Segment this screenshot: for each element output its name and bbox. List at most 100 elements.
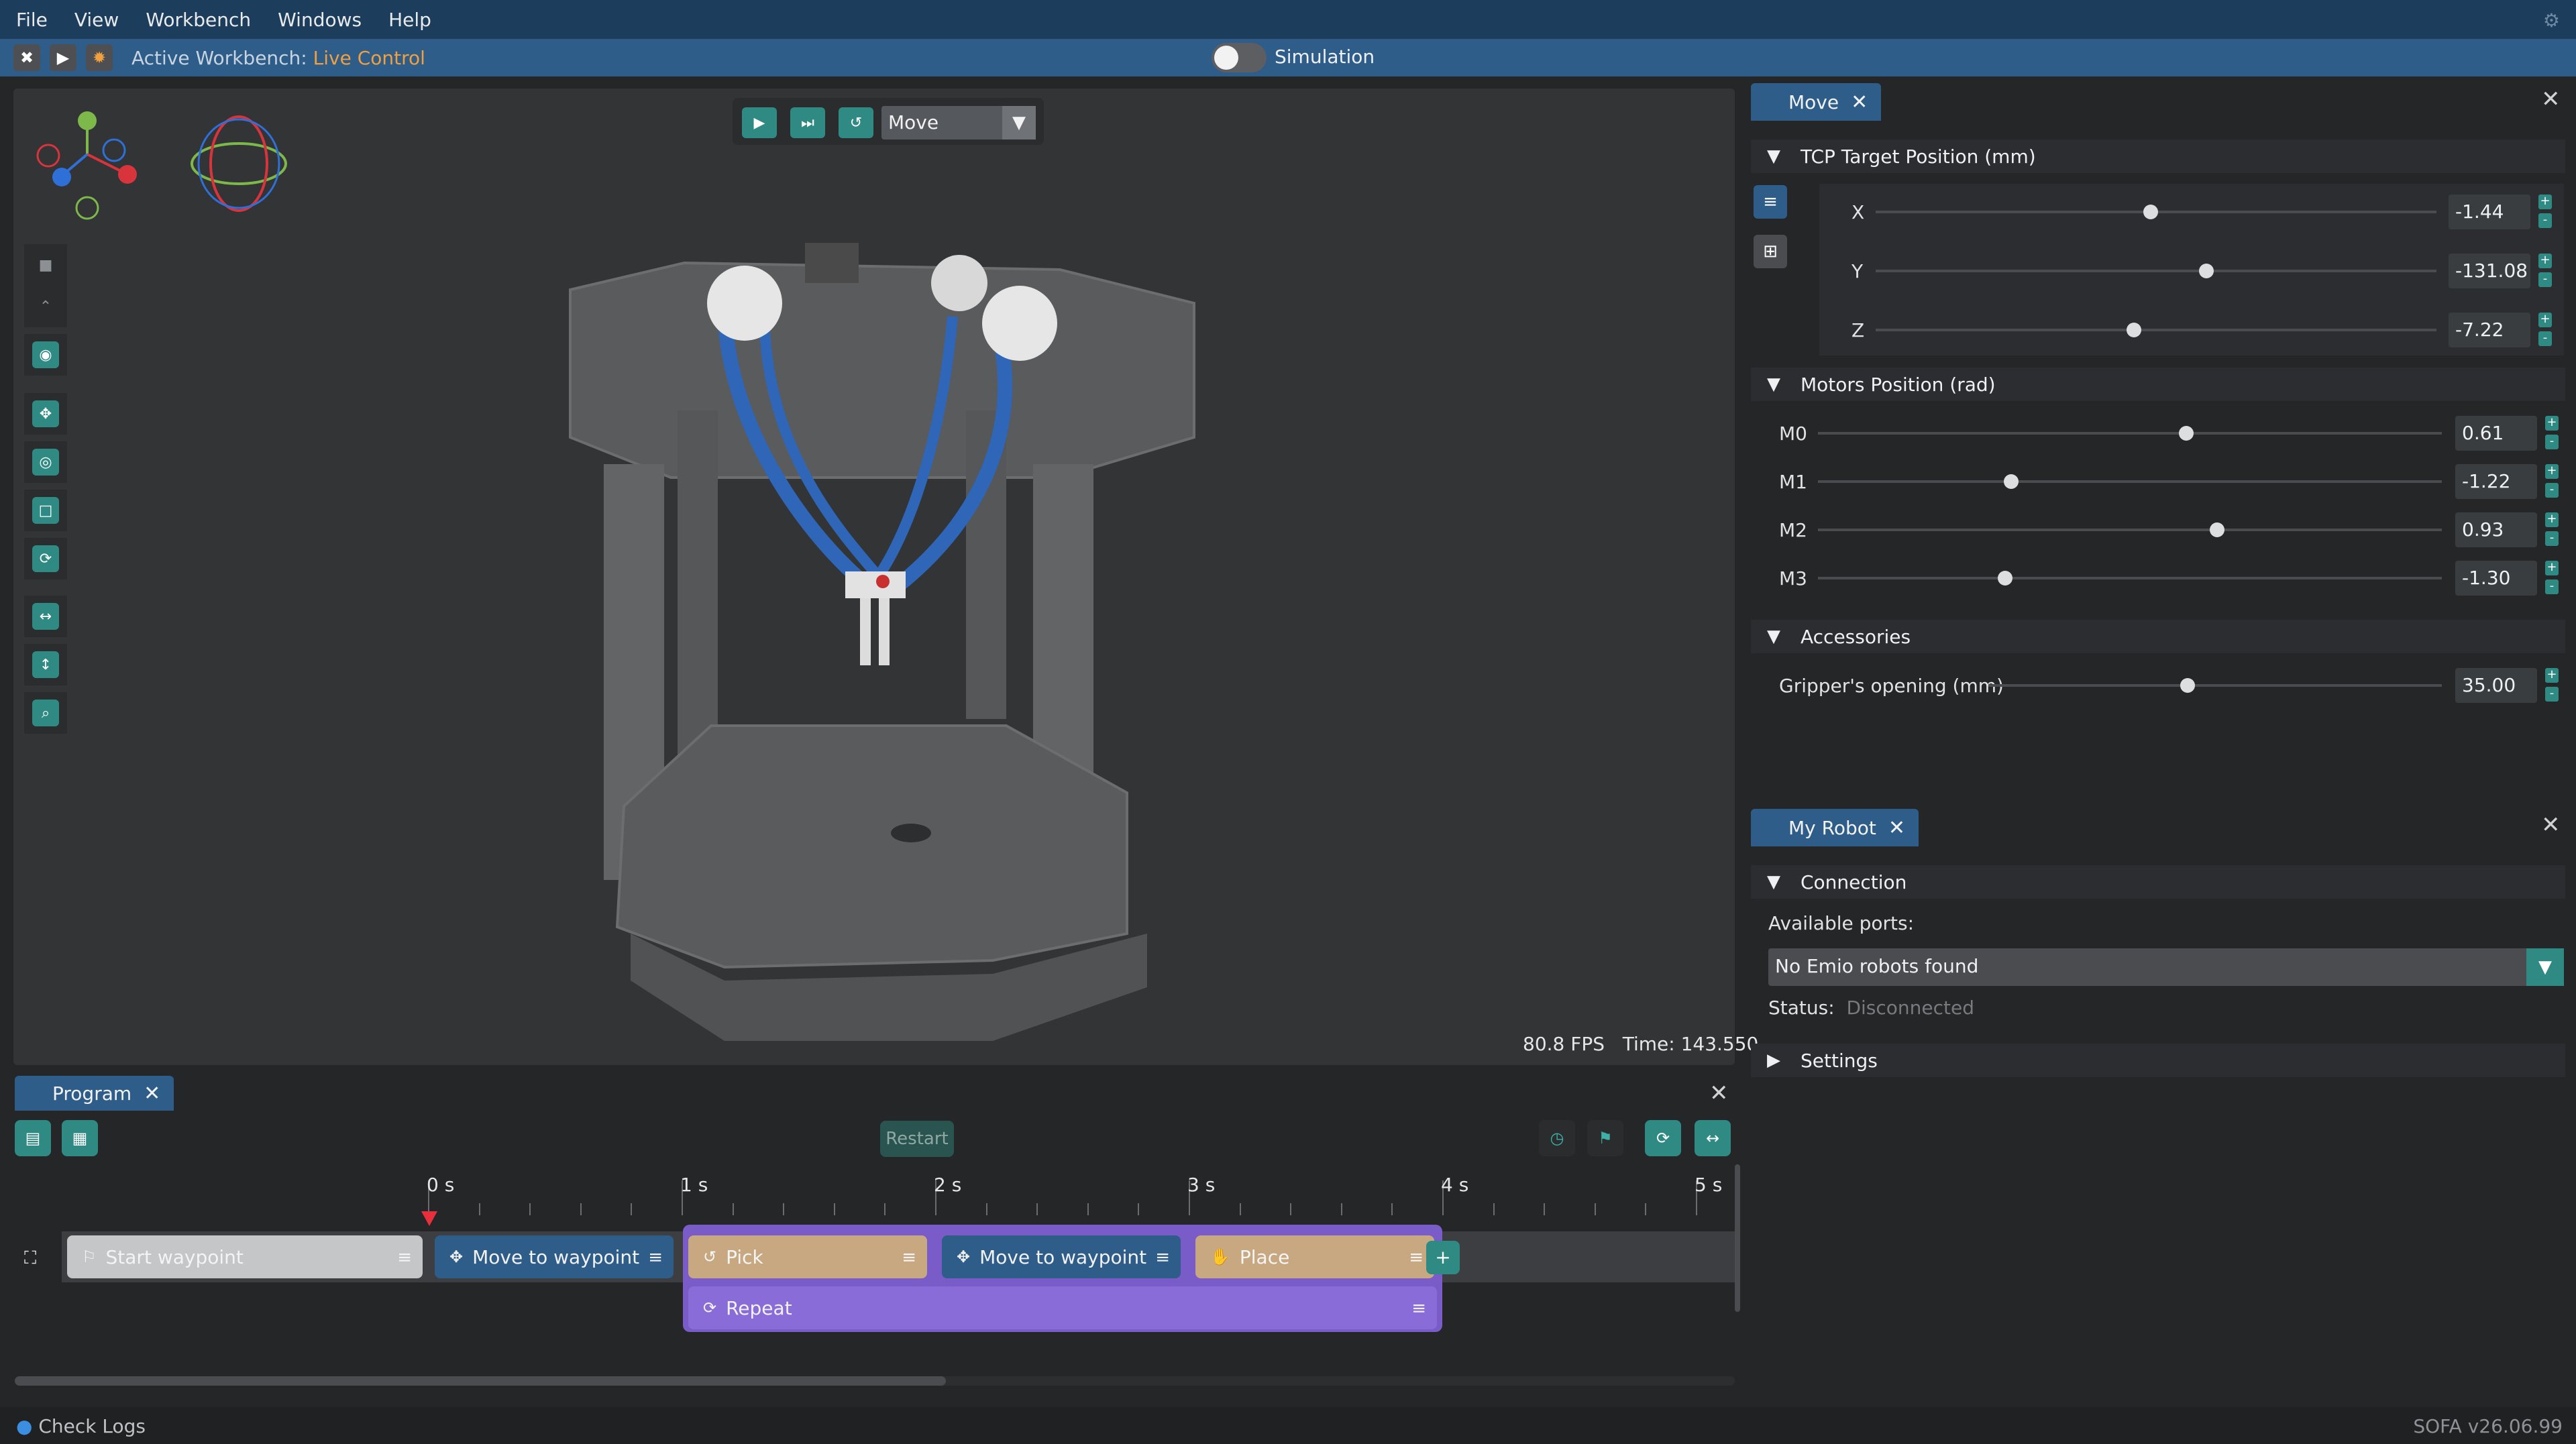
increment-button[interactable]: +: [2545, 561, 2559, 575]
decrement-button[interactable]: -: [2545, 531, 2559, 546]
menu-help[interactable]: Help: [388, 9, 431, 31]
mode-select[interactable]: Move ▼: [881, 106, 1036, 140]
motors-section-header[interactable]: ▼ Motors Position (rad): [1751, 368, 2565, 401]
reset-icon[interactable]: ↺: [839, 107, 873, 138]
close-icon[interactable]: ✕: [1888, 816, 1905, 840]
accessories-section-header[interactable]: ▼ Accessories: [1751, 620, 2565, 653]
slider-thumb[interactable]: [2178, 426, 2194, 441]
menu-icon[interactable]: ≡: [397, 1247, 412, 1268]
slider-thumb[interactable]: [1998, 571, 2012, 586]
close-icon[interactable]: ✕: [2541, 86, 2561, 113]
value-field[interactable]: -1.44: [2449, 195, 2530, 229]
slider-track[interactable]: [1988, 684, 2442, 687]
play-icon[interactable]: ▶: [50, 44, 76, 71]
scrollbar-thumb[interactable]: [15, 1376, 946, 1386]
vertical-scrollbar[interactable]: [1735, 1164, 1740, 1312]
tab-move[interactable]: Move ✕: [1751, 83, 1882, 121]
sliders-icon[interactable]: ≡: [1754, 185, 1787, 219]
refresh-icon[interactable]: ⟳: [24, 538, 67, 579]
menu-view[interactable]: View: [74, 9, 119, 31]
target-icon[interactable]: ◎: [24, 441, 67, 483]
menu-icon[interactable]: ≡: [1409, 1247, 1424, 1268]
slider-track[interactable]: [1876, 270, 2436, 272]
save-file-icon[interactable]: ▦: [62, 1120, 98, 1156]
robot-icon[interactable]: ✹: [86, 44, 113, 71]
expand-icon[interactable]: ⛶: [24, 1237, 51, 1280]
increment-button[interactable]: +: [2545, 464, 2559, 479]
loop-icon[interactable]: ⟳: [1645, 1120, 1681, 1156]
decrement-button[interactable]: -: [2545, 687, 2559, 702]
menu-windows[interactable]: Windows: [278, 9, 362, 31]
move-icon[interactable]: ✥: [24, 393, 67, 435]
close-icon[interactable]: ✕: [1709, 1080, 1729, 1107]
slider-track[interactable]: [1876, 329, 2436, 331]
decrement-button[interactable]: -: [2538, 331, 2552, 346]
menu-icon[interactable]: ≡: [902, 1247, 916, 1268]
repeat-block[interactable]: ⟳ Repeat ≡: [688, 1286, 1437, 1329]
move-to-waypoint-block[interactable]: ✥ Move to waypoint ≡: [435, 1235, 674, 1278]
value-field[interactable]: -1.22: [2455, 464, 2537, 499]
slider-thumb[interactable]: [2126, 323, 2141, 337]
fit-vertical-icon[interactable]: ↕: [24, 644, 67, 685]
menu-icon[interactable]: ≡: [1411, 1298, 1426, 1319]
increment-button[interactable]: +: [2545, 668, 2559, 683]
value-field[interactable]: -1.30: [2455, 561, 2537, 596]
start-waypoint-block[interactable]: ⚐ Start waypoint ≡: [67, 1235, 423, 1278]
increment-button[interactable]: +: [2545, 512, 2559, 527]
tools-icon[interactable]: ✖: [13, 44, 40, 71]
value-field[interactable]: -7.22: [2449, 313, 2530, 347]
close-icon[interactable]: ✕: [2541, 812, 2561, 838]
fit-width-icon[interactable]: ↔: [1695, 1120, 1731, 1156]
box-icon[interactable]: □: [24, 490, 67, 531]
menu-workbench[interactable]: Workbench: [146, 9, 251, 31]
play-icon[interactable]: ▶: [742, 107, 777, 138]
tcp-section-header[interactable]: ▼ TCP Target Position (mm): [1751, 140, 2565, 173]
grid-icon[interactable]: ⊞: [1754, 235, 1787, 268]
close-icon[interactable]: ✕: [144, 1082, 160, 1105]
place-block[interactable]: ✋ Place ≡: [1195, 1235, 1434, 1278]
settings-section-header[interactable]: ▶ Settings: [1751, 1044, 2565, 1077]
increment-button[interactable]: +: [2538, 195, 2552, 209]
slider-track[interactable]: [1818, 480, 2442, 483]
pick-block[interactable]: ↺ Pick ≡: [688, 1235, 927, 1278]
slider-track[interactable]: [1818, 432, 2442, 435]
slider-thumb[interactable]: [2143, 205, 2158, 219]
increment-button[interactable]: +: [2538, 313, 2552, 327]
playhead-icon[interactable]: [421, 1211, 437, 1226]
decrement-button[interactable]: -: [2538, 272, 2552, 287]
simulation-toggle[interactable]: [1212, 43, 1267, 72]
decrement-button[interactable]: -: [2545, 579, 2559, 594]
check-logs-link[interactable]: ● Check Logs: [16, 1415, 146, 1437]
value-field[interactable]: -131.08: [2449, 254, 2530, 288]
menu-icon[interactable]: ≡: [1155, 1247, 1170, 1268]
move-to-waypoint-block[interactable]: ✥ Move to waypoint ≡: [942, 1235, 1181, 1278]
add-block-button[interactable]: +: [1426, 1241, 1460, 1274]
menu-icon[interactable]: ≡: [648, 1247, 663, 1268]
gear-icon[interactable]: ⚙: [2543, 9, 2560, 32]
slider-track[interactable]: [1818, 577, 2442, 579]
tab-my-robot[interactable]: My Robot ✕: [1751, 809, 1919, 846]
decrement-button[interactable]: -: [2538, 213, 2552, 228]
value-field[interactable]: 0.61: [2455, 416, 2537, 451]
ports-select[interactable]: No Emio robots found ▼: [1768, 948, 2564, 986]
eye-icon[interactable]: ◉: [24, 334, 67, 376]
fit-horizontal-icon[interactable]: ↔: [24, 596, 67, 637]
camera-icon[interactable]: ■: [24, 244, 67, 286]
increment-button[interactable]: +: [2538, 254, 2552, 268]
menu-file[interactable]: File: [16, 9, 48, 31]
close-icon[interactable]: ✕: [1851, 91, 1868, 114]
tab-program[interactable]: Program ✕: [15, 1076, 174, 1111]
restart-button[interactable]: Restart: [880, 1121, 954, 1157]
decrement-button[interactable]: -: [2545, 435, 2559, 449]
slider-track[interactable]: [1818, 529, 2442, 531]
step-icon[interactable]: ⏭: [790, 107, 825, 138]
new-file-icon[interactable]: ▤: [15, 1120, 51, 1156]
chevron-up-icon[interactable]: ⌃: [24, 286, 67, 327]
value-field[interactable]: 0.93: [2455, 512, 2537, 547]
connection-section-header[interactable]: ▼ Connection: [1751, 865, 2565, 899]
flag-icon[interactable]: ⚑: [1587, 1120, 1623, 1156]
decrement-button[interactable]: -: [2545, 483, 2559, 498]
horizontal-scrollbar[interactable]: [15, 1376, 1735, 1386]
increment-button[interactable]: +: [2545, 416, 2559, 431]
value-field[interactable]: 35.00: [2455, 668, 2537, 703]
